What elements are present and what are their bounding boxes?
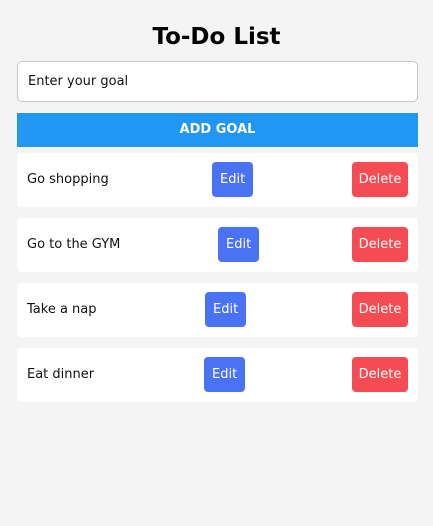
delete-button[interactable]: Delete	[352, 292, 408, 327]
goal-item: Go to the GYM Edit Delete	[17, 218, 418, 272]
goal-text: Eat dinner	[27, 367, 95, 382]
page-title: To-Do List	[152, 24, 281, 50]
goal-item: Go shopping Edit Delete	[17, 153, 418, 207]
delete-button[interactable]: Delete	[352, 227, 408, 262]
goal-item: Take a nap Edit Delete	[17, 283, 418, 337]
edit-button[interactable]: Edit	[205, 292, 247, 327]
todo-app: To-Do List ADD GOAL Go shopping Edit Del…	[0, 0, 433, 526]
goal-text: Go shopping	[27, 172, 109, 187]
goal-list: Go shopping Edit Delete Go to the GYM Ed…	[17, 153, 418, 413]
add-goal-button[interactable]: ADD GOAL	[17, 113, 418, 147]
goal-text: Go to the GYM	[27, 237, 121, 252]
delete-button[interactable]: Delete	[352, 162, 408, 197]
edit-button[interactable]: Edit	[218, 227, 260, 262]
goal-item: Eat dinner Edit Delete	[17, 348, 418, 402]
goal-text: Take a nap	[27, 302, 97, 317]
edit-button[interactable]: Edit	[204, 357, 246, 392]
delete-button[interactable]: Delete	[352, 357, 408, 392]
edit-button[interactable]: Edit	[212, 162, 254, 197]
goal-input[interactable]	[17, 61, 418, 102]
